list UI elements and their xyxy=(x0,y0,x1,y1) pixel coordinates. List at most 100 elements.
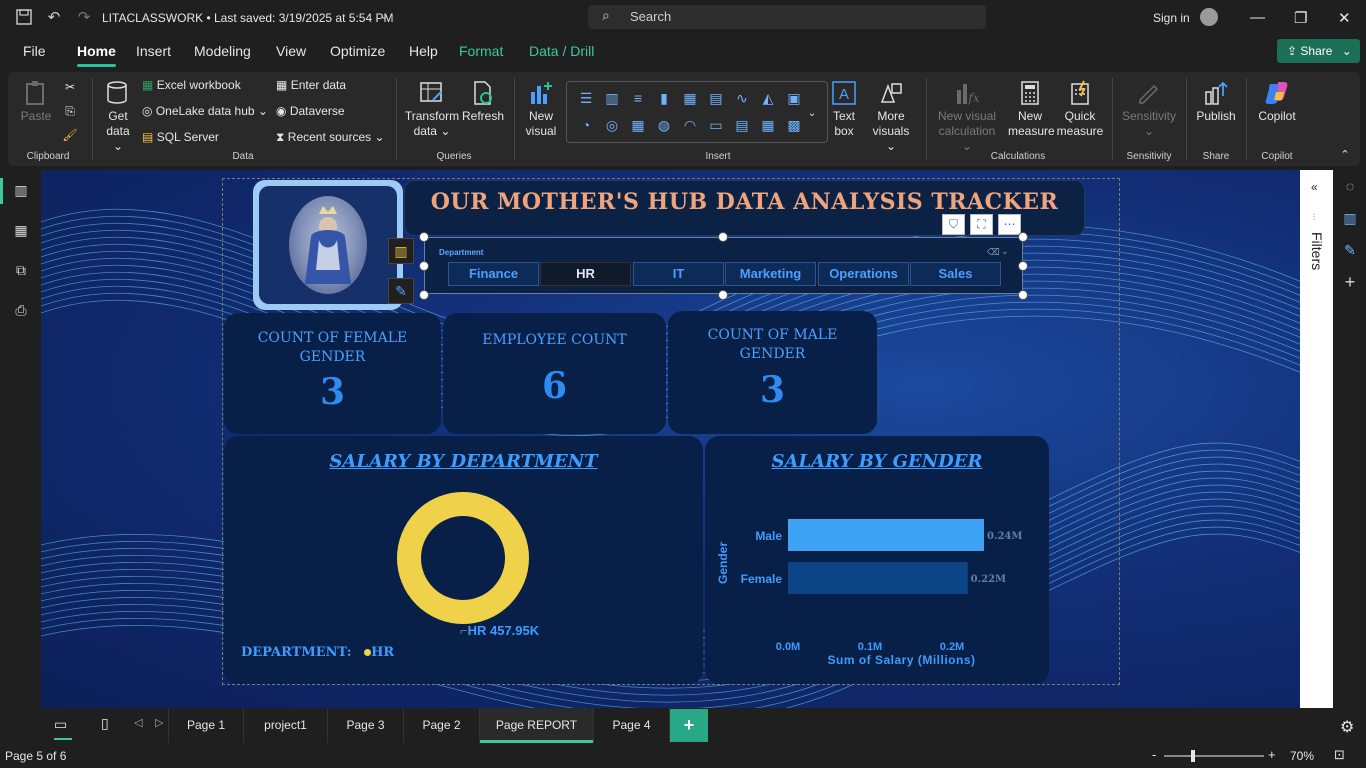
avatar[interactable] xyxy=(1200,8,1218,26)
quick-measure-button[interactable]: Quick measure xyxy=(1056,80,1104,139)
tab-insert[interactable]: Insert xyxy=(136,43,171,59)
refresh-button[interactable]: Refresh xyxy=(462,80,504,124)
eraser-icon[interactable]: ⌫ xyxy=(987,247,1000,258)
next-page-icon[interactable]: ▷ xyxy=(155,716,163,729)
search-box[interactable]: ⌕ Search xyxy=(588,5,986,29)
copilot-button[interactable]: Copilot xyxy=(1252,80,1302,124)
map-icon[interactable]: ◍ xyxy=(655,116,673,134)
line-column-icon[interactable]: ▣ xyxy=(785,89,803,107)
card-icon[interactable]: ▭ xyxy=(707,116,725,134)
pie-chart-icon[interactable]: ◔ xyxy=(577,116,595,134)
visualizations-pane-icon[interactable]: ▥ xyxy=(1341,210,1359,228)
transform-data-button[interactable]: Transform data ⌄ xyxy=(404,80,460,139)
format-painter-icon[interactable]: 🖌 xyxy=(62,128,78,143)
data-pane-icon[interactable]: ◌ xyxy=(1341,178,1359,196)
slicer-option-finance[interactable]: Finance xyxy=(448,262,539,286)
copy-icon[interactable]: ⎘ xyxy=(62,104,78,119)
resize-handle[interactable] xyxy=(1018,290,1028,300)
tab-optimize[interactable]: Optimize xyxy=(330,43,385,59)
gallery-expand-icon[interactable]: ⌄ xyxy=(806,106,818,121)
report-view-icon[interactable]: ▥ xyxy=(11,180,31,200)
dataverse-button[interactable]: ◉ Dataverse xyxy=(276,104,345,118)
desktop-layout-icon[interactable]: ▭ xyxy=(54,716,67,733)
tab-file[interactable]: File xyxy=(23,43,46,59)
get-data-button[interactable]: Get data ⌄ xyxy=(100,80,136,154)
resize-handle[interactable] xyxy=(718,232,728,242)
new-visual-calculation-button[interactable]: fx New visual calculation ⌄ xyxy=(932,80,1002,154)
slicer-option-it[interactable]: IT xyxy=(633,262,724,286)
previous-page-icon[interactable]: ◁ xyxy=(134,716,142,729)
focus-mode-icon[interactable]: ⛶ xyxy=(970,214,993,235)
slicer-option-marketing[interactable]: Marketing xyxy=(725,262,816,286)
visual-gallery[interactable]: ☰ ▥ ≡ ▮ ▦ ▤ ∿ ◭ ▣ ◔ ◎ ▦ ◍ ◠ ▭ ▤ ▦ ▩ xyxy=(566,81,828,143)
sensitivity-button[interactable]: Sensitivity ⌄ xyxy=(1118,80,1180,139)
page-tab[interactable]: Page 1 xyxy=(168,708,244,743)
stacked-bar-icon[interactable]: ☰ xyxy=(577,89,595,107)
share-button[interactable]: ⇪ Share ⌄ xyxy=(1277,39,1360,63)
tab-format[interactable]: Format xyxy=(459,43,503,59)
new-visual-button[interactable]: New visual xyxy=(522,80,560,139)
resize-handle[interactable] xyxy=(419,232,429,242)
new-measure-button[interactable]: New measure xyxy=(1008,80,1055,139)
tab-home[interactable]: Home xyxy=(77,43,116,67)
gauge-icon[interactable]: ◠ xyxy=(681,116,699,134)
onelake-button[interactable]: ◎ OneLake data hub ⌄ xyxy=(142,104,268,118)
add-page-button[interactable]: + xyxy=(670,709,708,742)
more-options-icon[interactable]: ⋯ xyxy=(998,214,1021,235)
column-chart-icon[interactable]: ▥ xyxy=(603,89,621,107)
fit-to-page-icon[interactable]: ⊡ xyxy=(1334,747,1345,763)
matrix-icon[interactable]: ▩ xyxy=(785,116,803,134)
build-visual-icon[interactable]: ▥ xyxy=(388,238,414,264)
table-visual-icon[interactable]: ▦ xyxy=(759,116,777,134)
resize-handle[interactable] xyxy=(1018,232,1028,242)
line-chart-icon[interactable]: ∿ xyxy=(733,89,751,107)
maximize-icon[interactable]: ❐ xyxy=(1294,9,1307,27)
clustered-column-icon[interactable]: ▮ xyxy=(655,89,673,107)
zoom-slider-thumb[interactable] xyxy=(1191,750,1196,762)
collapse-filters-icon[interactable]: « xyxy=(1311,180,1318,194)
resize-handle[interactable] xyxy=(1018,261,1028,271)
slicer-option-sales[interactable]: Sales xyxy=(910,262,1001,286)
resize-handle[interactable] xyxy=(419,261,429,271)
recent-sources-button[interactable]: ⧗ Recent sources ⌄ xyxy=(276,130,385,145)
collapse-ribbon-icon[interactable]: ⌃ xyxy=(1338,148,1352,163)
undo-icon[interactable]: ↶ xyxy=(44,8,64,28)
tab-data-drill[interactable]: Data / Drill xyxy=(529,43,594,59)
filters-pane-label[interactable]: Filters xyxy=(1309,232,1325,270)
page-tab[interactable]: Page 4 xyxy=(594,708,670,743)
zoom-in-icon[interactable]: + xyxy=(1268,747,1276,762)
page-tab[interactable]: project1 xyxy=(244,708,328,743)
excel-workbook-button[interactable]: ▦ Excel workbook xyxy=(142,78,241,92)
tab-view[interactable]: View xyxy=(276,43,306,59)
settings-gear-icon[interactable]: ⚙ xyxy=(1340,717,1354,737)
slicer-option-hr[interactable]: HR xyxy=(540,262,631,286)
area-chart-icon[interactable]: ◭ xyxy=(759,89,777,107)
filter-icon[interactable]: ⛉ xyxy=(942,214,965,235)
donut-chart-icon[interactable]: ◎ xyxy=(603,116,621,134)
publish-button[interactable]: Publish xyxy=(1192,80,1240,124)
paste-button[interactable]: Paste xyxy=(18,80,54,124)
chevron-down-icon[interactable]: ⌄ xyxy=(380,11,388,22)
treemap-icon[interactable]: ▦ xyxy=(629,116,647,134)
slicer-option-operations[interactable]: Operations xyxy=(818,262,909,286)
minimize-icon[interactable]: — xyxy=(1250,9,1265,26)
page-tab[interactable]: Page 3 xyxy=(328,708,404,743)
sign-in-link[interactable]: Sign in xyxy=(1153,11,1190,25)
more-visuals-button[interactable]: More visuals ⌄ xyxy=(868,80,914,154)
department-slicer[interactable]: Department ⌫ ⌄ Finance HR IT Marketing O… xyxy=(424,237,1023,294)
chevron-down-icon[interactable]: ⌄ xyxy=(1001,246,1009,257)
table-view-icon[interactable]: ▦ xyxy=(11,220,31,240)
tab-modeling[interactable]: Modeling xyxy=(194,43,251,59)
salary-by-department-chart[interactable]: SALARY BY DEPARTMENT ⌐HR 457.95K DEPARTM… xyxy=(224,436,703,684)
dax-query-view-icon[interactable]: ⎙ xyxy=(11,300,31,320)
resize-handle[interactable] xyxy=(718,290,728,300)
tab-help[interactable]: Help xyxy=(409,43,438,59)
kpi-icon[interactable]: ▤ xyxy=(733,116,751,134)
add-pane-icon[interactable]: + xyxy=(1341,272,1359,292)
page-tab[interactable]: Page 2 xyxy=(404,708,480,743)
model-view-icon[interactable]: ⧉ xyxy=(11,260,31,280)
format-pane-icon[interactable]: ✎ xyxy=(1341,242,1359,260)
enter-data-button[interactable]: ▦ Enter data xyxy=(276,78,346,92)
resize-handle[interactable] xyxy=(419,290,429,300)
close-icon[interactable]: ✕ xyxy=(1338,9,1351,27)
